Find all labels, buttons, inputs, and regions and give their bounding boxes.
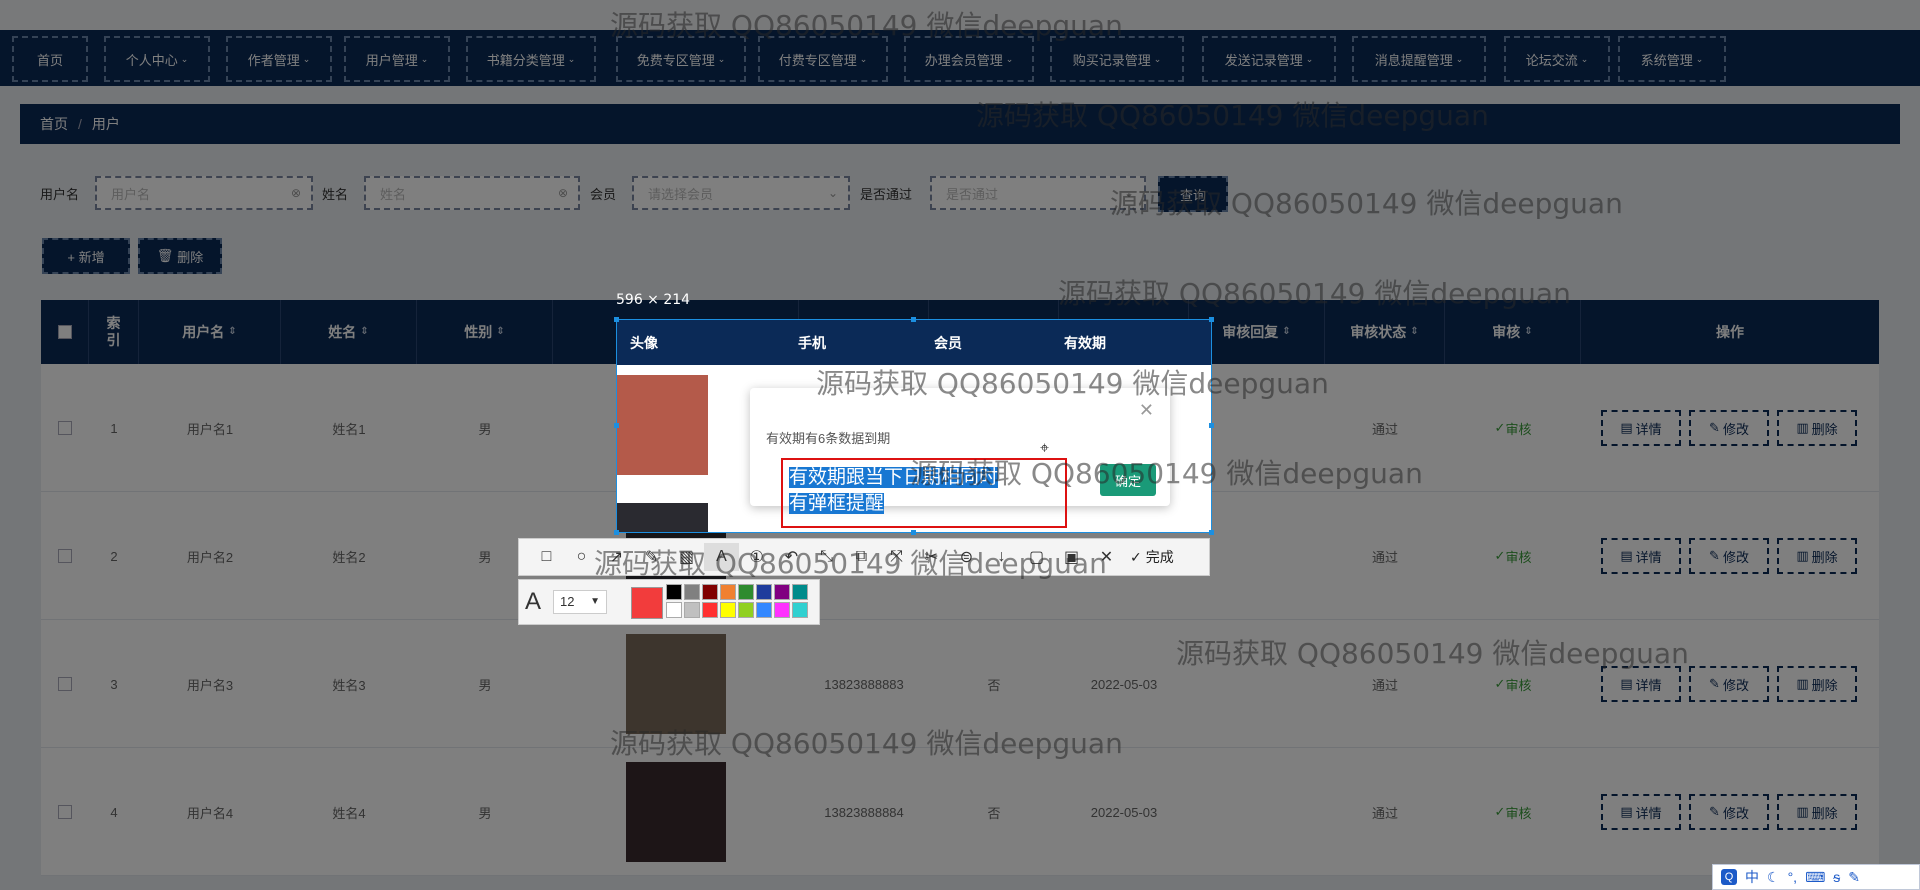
alert-message: 有效期有6条数据到期 [766,431,891,446]
done-button[interactable]: ✓ 完成 [1130,547,1174,567]
resize-handle[interactable] [614,530,619,535]
done-label: 完成 [1145,549,1174,565]
current-color-swatch[interactable] [631,587,663,619]
watermark-text: 源码获取 QQ86050149 微信deepguan [610,727,1123,760]
color-swatch[interactable] [738,584,754,600]
close-icon[interactable]: ✕ [1139,400,1154,421]
watermark-text: 源码获取 QQ86050149 微信deepguan [594,547,1107,580]
ime-chinese-mode[interactable]: 中 [1745,867,1759,887]
settings-icon[interactable]: ✎ [1848,869,1860,886]
resize-handle[interactable] [614,423,619,428]
annotation-line-2: 有弹框提醒 [789,493,885,514]
font-icon: A [525,588,542,615]
color-swatch[interactable] [738,602,754,618]
moon-icon[interactable]: ☾ [1767,869,1780,886]
color-swatch[interactable] [702,602,718,618]
rectangle-tool-icon[interactable]: □ [529,543,564,571]
resize-handle[interactable] [614,317,619,322]
color-swatch[interactable] [756,584,772,600]
resize-handle[interactable] [1209,530,1214,535]
watermark-text: 源码获取 QQ86050149 微信deepguan [976,99,1489,132]
color-swatch[interactable] [774,602,790,618]
watermark-text: 源码获取 QQ86050149 微信deepguan [1058,277,1571,310]
ime-toolbar: Q 中 ☾ °, ⌨ ᵴ ✎ [1712,864,1920,890]
font-size-value: 12 [560,594,575,609]
resize-handle[interactable] [1209,317,1214,322]
color-swatch[interactable] [792,584,808,600]
color-swatch[interactable] [666,602,682,618]
watermark-text: 源码获取 QQ86050149 微信deepguan [1176,637,1689,670]
resize-handle[interactable] [911,530,916,535]
watermark-text: 源码获取 QQ86050149 微信deepguan [816,367,1329,400]
keyboard-icon[interactable]: ⌨ [1805,869,1825,886]
chevron-down-icon: ▼ [590,596,600,607]
color-swatch[interactable] [684,584,700,600]
color-swatch[interactable] [702,584,718,600]
resize-handle[interactable] [1209,423,1214,428]
color-swatch[interactable] [666,584,682,600]
color-swatch[interactable] [684,602,700,618]
check-icon: ✓ [1130,548,1142,565]
font-size-select[interactable]: 12 ▼ [553,590,607,614]
capture-size-label: 596 × 214 [616,292,691,308]
ime-tool-icon[interactable]: ᵴ [1833,869,1840,885]
watermark-text: 源码获取 QQ86050149 微信deepguan [910,457,1423,490]
color-swatch[interactable] [774,584,790,600]
color-swatch[interactable] [720,584,736,600]
watermark-text: 源码获取 QQ86050149 微信deepguan [1110,187,1623,220]
color-swatch[interactable] [756,602,772,618]
color-swatch[interactable] [720,602,736,618]
punctuation-icon[interactable]: °, [1788,869,1798,885]
color-swatch[interactable] [792,602,808,618]
watermark-text: 源码获取 QQ86050149 微信deepguan [610,9,1123,42]
resize-handle[interactable] [911,317,916,322]
ime-logo-icon[interactable]: Q [1721,869,1737,885]
